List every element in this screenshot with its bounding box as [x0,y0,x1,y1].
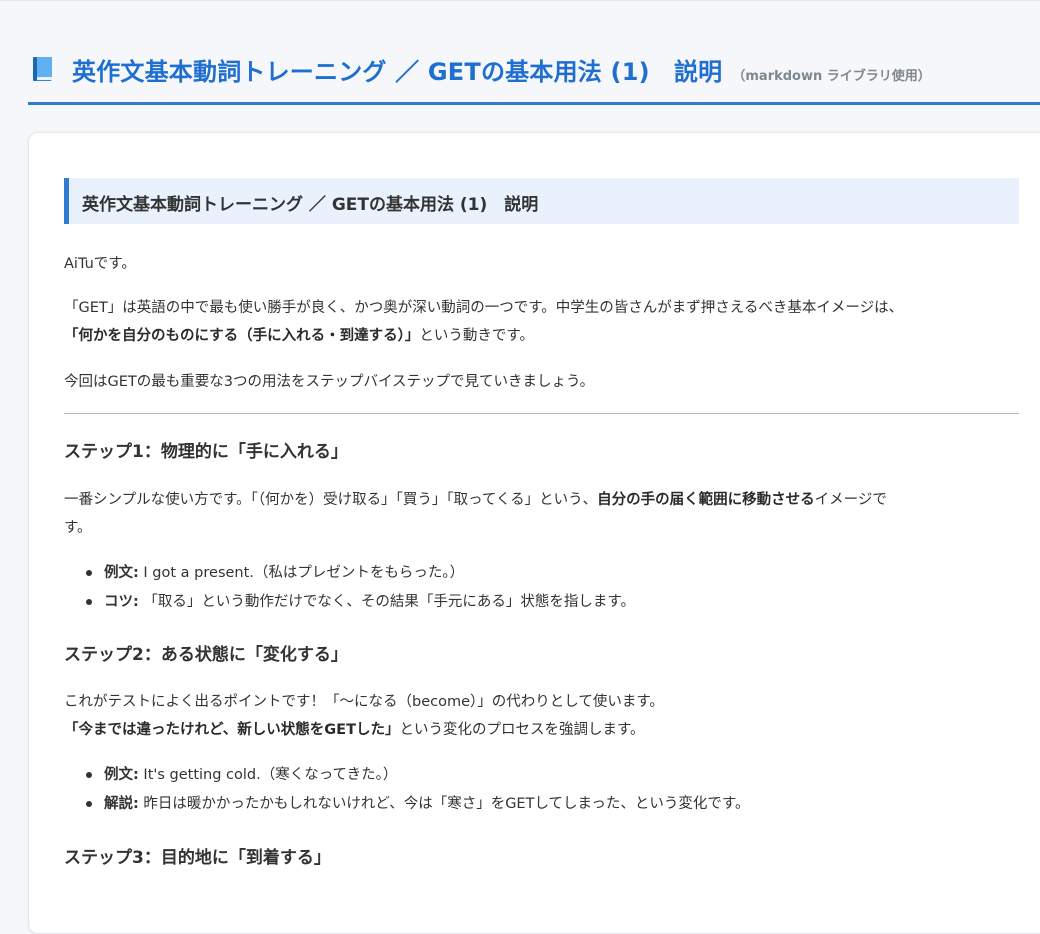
bullet-dot [86,570,92,576]
step2-heading: ステップ2：ある状態に「変化する」 [64,645,348,665]
step1-text-bold: 自分の手の届く範囲に移動させる [597,492,815,508]
bullet-dot [86,801,92,807]
bullet-text: 「取る」という動作だけでなく、その結果「手元にある」状態を指します。 [138,594,635,610]
bullet-label: 解説: [104,796,139,812]
step1-text-pre: 一番シンプルな使い方です。「（何かを）受け取る」「買う」「取ってくる」という、 [64,492,598,508]
step2-text-tail: という変化のプロセスを強調します。 [399,722,645,738]
top-rule [0,0,1040,1]
step1-text-post: イメージで [814,492,887,508]
page-title: 英作文基本動詞トレーニング ／ GETの基本用法 (1) 説明 （markdown… [72,52,931,87]
para1: 「GET」は英語の中で最も使い勝手が良く、かつ奥が深い動詞の一つです。中学生の皆… [64,294,1019,350]
step2-text-line1: これがテストによく出るポイントです！「〜になる（become）」の代わりとして使… [64,694,664,710]
bullet-text: It's getting cold.（寒くなってきた。） [138,767,398,783]
step1-heading: ステップ1：物理的に「手に入れる」 [64,442,348,462]
bullet-label: 例文: [104,767,139,783]
bullet-label: コツ: [104,594,139,610]
step3-heading: ステップ3：目的地に「到着する」 [64,848,331,868]
para1-line1: 「GET」は英語の中で最も使い勝手が良く、かつ奥が深い動詞の一つです。中学生の皆… [64,300,904,316]
para2: 今回はGETの最も重要な3つの用法をステップバイステップで見ていきましょう。 [64,374,595,390]
doc-heading-text: 英作文基本動詞トレーニング ／ GETの基本用法 (1) 説明 [82,195,539,215]
doc-heading: 英作文基本動詞トレーニング ／ GETの基本用法 (1) 説明 [64,178,1019,224]
intro-text: AiTuです。 [64,256,136,272]
page-header: 英作文基本動詞トレーニング ／ GETの基本用法 (1) 説明 （markdown… [28,50,1040,105]
book-icon [33,57,52,81]
page-subtitle: （markdown ライブラリ使用） [732,69,931,84]
bullet-dot [86,772,92,778]
page-title-text: 英作文基本動詞トレーニング ／ GETの基本用法 (1) 説明 [72,58,723,86]
bullet-dot [86,599,92,605]
step1-text: 一番シンプルな使い方です。「（何かを）受け取る」「買う」「取ってくる」という、自… [64,486,1019,542]
para1-tail: という動きです。 [419,328,534,344]
divider [64,413,1019,414]
bullet-text: I got a present.（私はプレゼントをもらった。） [138,565,465,581]
bullet-text: 昨日は暖かかったかもしれないけれど、今は「寒さ」をGETしてしまった、という変化… [138,796,750,812]
step2-text-bold: 「今までは違ったけれど、新しい状態をGETした」 [64,722,400,738]
para1-bold: 「何かを自分のものにする（手に入れる・到達する）」 [64,328,420,344]
step1-text-wrap: す。 [64,520,92,536]
step2-text: これがテストによく出るポイントです！「〜になる（become）」の代わりとして使… [64,688,1019,744]
bullet-label: 例文: [104,565,139,581]
